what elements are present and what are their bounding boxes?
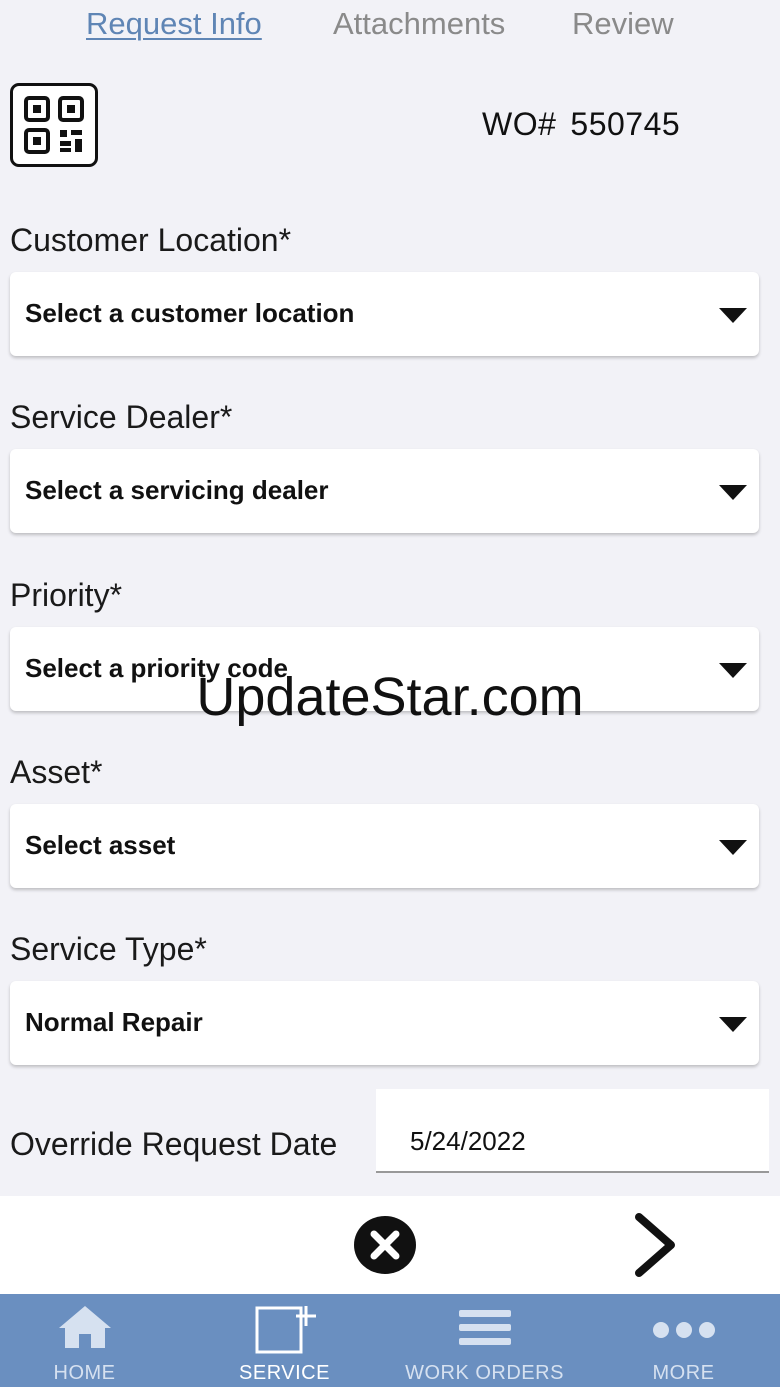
tab-review[interactable]: Review [572,4,674,44]
qr-scan-button[interactable] [10,83,98,167]
chevron-right-icon [635,1213,675,1277]
caret-down-icon [719,663,747,678]
nav-service[interactable]: SERVICE [187,1294,382,1387]
next-button[interactable] [632,1212,678,1278]
tab-attachments[interactable]: Attachments [333,4,505,44]
qr-code-icon [24,96,84,154]
bottom-nav: HOME SERVICE WORK ORDERS MORE [0,1294,780,1387]
customer-location-value: Select a customer location [25,298,355,328]
wo-number: 550745 [570,106,681,142]
customer-location-select[interactable]: Select a customer location [10,272,759,356]
caret-down-icon [719,840,747,855]
override-date-value: 5/24/2022 [410,1126,526,1156]
customer-location-label: Customer Location* [10,222,292,258]
more-dots-icon [652,1322,715,1338]
nav-more-label: MORE [652,1362,715,1384]
priority-label: Priority* [10,577,123,613]
home-icon [58,1306,111,1348]
nav-more[interactable]: MORE [586,1294,780,1387]
nav-home[interactable]: HOME [0,1294,182,1387]
service-type-value: Normal Repair [25,1007,203,1037]
top-tabs: Request Info Attachments Review [0,0,780,50]
work-order-number: WO# 550745 [482,106,680,143]
service-dealer-select[interactable]: Select a servicing dealer [10,449,759,533]
nav-work-orders-label: WORK ORDERS [405,1362,564,1384]
asset-label: Asset* [10,754,103,790]
list-icon [458,1310,511,1345]
asset-value: Select asset [25,830,176,860]
priority-value: Select a priority code [25,653,288,683]
caret-down-icon [719,1017,747,1032]
service-type-label: Service Type* [10,931,207,967]
tab-request-info[interactable]: Request Info [86,4,262,44]
priority-select[interactable]: Select a priority code [10,627,759,711]
caret-down-icon [719,485,747,500]
wo-prefix: WO# [482,106,557,142]
service-dealer-label: Service Dealer* [10,399,233,435]
caret-down-icon [719,308,747,323]
override-date-label: Override Request Date [10,1126,338,1162]
nav-home-label: HOME [53,1362,116,1384]
override-date-input[interactable]: 5/24/2022 [376,1089,769,1173]
new-service-icon [255,1306,316,1354]
cancel-button[interactable] [354,1216,416,1274]
nav-work-orders[interactable]: WORK ORDERS [387,1294,582,1387]
close-circle-icon [354,1216,416,1274]
asset-select[interactable]: Select asset [10,804,759,888]
nav-service-label: SERVICE [239,1362,330,1384]
service-type-select[interactable]: Normal Repair [10,981,759,1065]
service-dealer-value: Select a servicing dealer [25,475,329,505]
